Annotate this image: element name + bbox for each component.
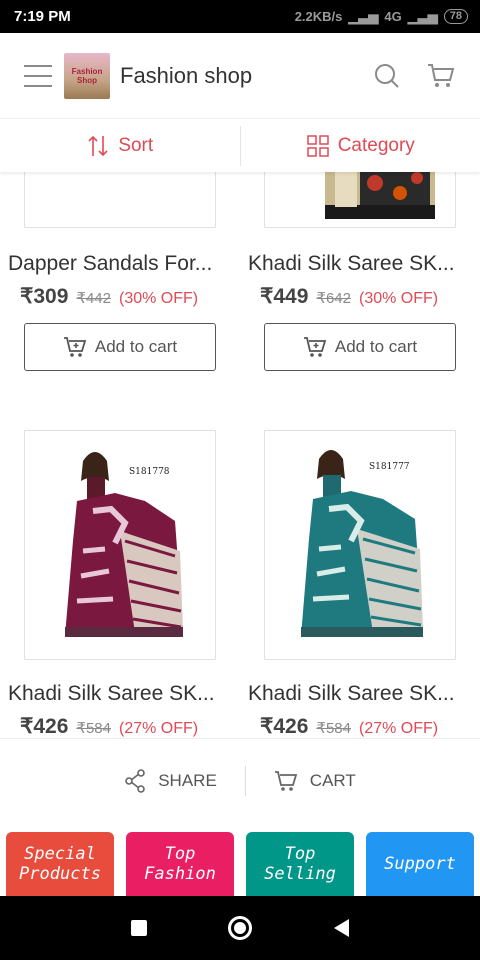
sort-arrows-icon xyxy=(88,135,108,156)
logo-text-2: Shop xyxy=(76,75,97,85)
quick-links: Special Products Top Fashion Top Selling Su… xyxy=(0,823,480,896)
add-to-cart-button[interactable]: Add to cart xyxy=(24,323,216,371)
product-price: ₹426 xyxy=(20,715,69,738)
product-price-row: ₹426 ₹584 (27% OFF) xyxy=(20,714,198,738)
search-icon[interactable] xyxy=(372,61,402,91)
system-nav-bar xyxy=(0,896,480,960)
share-icon xyxy=(125,769,146,793)
add-to-cart-label: Add to cart xyxy=(94,337,178,356)
product-price: ₹309 xyxy=(20,285,69,308)
product-image[interactable] xyxy=(24,172,216,228)
product-mrp: ₹442 xyxy=(76,290,111,307)
product-mrp: ₹584 xyxy=(316,720,351,737)
recents-icon[interactable] xyxy=(130,920,147,936)
cart-plus-icon xyxy=(63,337,87,357)
product-price-row: ₹449 ₹642 (30% OFF) xyxy=(260,284,438,309)
special-products-tile[interactable]: Special Products xyxy=(6,832,114,896)
product-discount: (27% OFF) xyxy=(358,720,439,737)
sort-label: Sort xyxy=(118,134,154,156)
share-label: SHARE xyxy=(158,771,217,790)
product-image[interactable] xyxy=(264,172,456,228)
battery-icon: 78 xyxy=(443,9,468,24)
product-discount: (27% OFF) xyxy=(118,720,199,737)
logo-text-1: Fashion xyxy=(71,66,103,76)
cart-label: CART xyxy=(309,771,356,790)
add-to-cart-button[interactable]: Add to cart xyxy=(264,323,456,371)
product-grid: Dapper Sandals For... ₹309 ₹442 (30% OFF… xyxy=(0,172,480,738)
product-price-row: ₹426 ₹584 (27% OFF) xyxy=(260,714,438,738)
cart-icon[interactable] xyxy=(426,61,456,91)
cart-plus-icon xyxy=(303,337,327,357)
product-price-row: ₹309 ₹442 (30% OFF) xyxy=(20,284,198,309)
cart-button[interactable]: CART xyxy=(246,770,384,792)
product-title[interactable]: Khadi Silk Saree SK... xyxy=(248,682,478,706)
saree-code: S181778 xyxy=(129,467,170,477)
shop-logo: Fashion Shop xyxy=(64,52,110,99)
signal-icon: ▁▃▅ xyxy=(348,8,379,24)
product-mrp: ₹642 xyxy=(316,290,351,307)
product-discount: (30% OFF) xyxy=(358,290,439,307)
network-type: 4G xyxy=(384,9,402,24)
share-cart-bar: SHARE CART xyxy=(0,738,480,823)
cart-icon xyxy=(274,771,298,791)
share-button[interactable]: SHARE xyxy=(96,769,245,793)
product-image[interactable]: S181778 xyxy=(24,430,216,660)
back-icon[interactable] xyxy=(334,919,350,937)
top-selling-tile[interactable]: Top Selling xyxy=(246,832,354,896)
product-title[interactable]: Khadi Silk Saree SK... xyxy=(8,682,238,706)
product-mrp: ₹584 xyxy=(76,720,111,737)
status-bar: 7:19 PM 2.2KB/s ▁▃▅ 4G ▁▃▅ 78 xyxy=(0,0,480,33)
filter-bar: Sort Category xyxy=(0,119,480,172)
status-time: 7:19 PM xyxy=(14,8,71,25)
product-price: ₹426 xyxy=(260,715,309,738)
product-title[interactable]: Khadi Silk Saree SK... xyxy=(248,252,478,276)
app-bar: Fashion Shop Fashion shop xyxy=(0,33,480,119)
sort-button[interactable]: Sort xyxy=(0,119,240,172)
network-speed: 2.2KB/s xyxy=(294,9,343,24)
top-fashion-tile[interactable]: Top Fashion xyxy=(126,832,234,896)
product-discount: (30% OFF) xyxy=(118,290,199,307)
product-image[interactable]: S181777 xyxy=(264,430,456,660)
signal-icon-2: ▁▃▅ xyxy=(407,8,438,24)
category-label: Category xyxy=(337,134,415,156)
support-tile[interactable]: Support xyxy=(366,832,474,896)
grid-icon xyxy=(306,134,329,157)
saree-code: S181777 xyxy=(369,462,410,472)
product-title[interactable]: Dapper Sandals For... xyxy=(8,252,238,276)
hamburger-menu-icon[interactable] xyxy=(24,64,52,87)
home-icon[interactable] xyxy=(228,916,253,940)
add-to-cart-label: Add to cart xyxy=(334,337,418,356)
app-title: Fashion shop xyxy=(120,62,253,88)
product-price: ₹449 xyxy=(260,285,309,308)
category-button[interactable]: Category xyxy=(241,119,480,172)
status-indicators: 2.2KB/s ▁▃▅ 4G ▁▃▅ 78 xyxy=(295,9,468,25)
